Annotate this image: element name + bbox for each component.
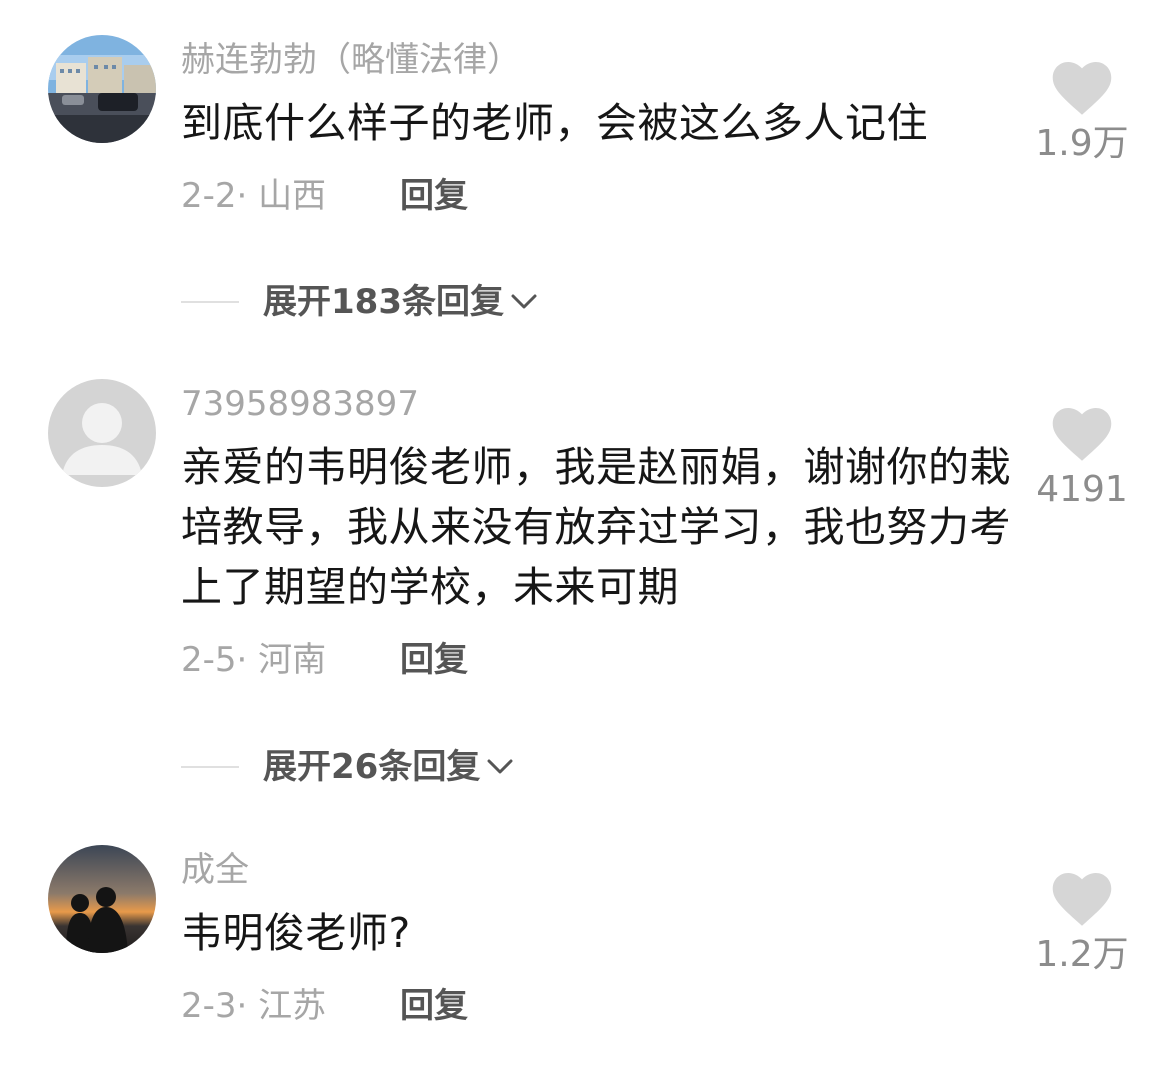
like-button[interactable]: 1.2万	[1022, 871, 1142, 977]
sunset-silhouette-icon	[48, 845, 156, 953]
comment-date-location: 2-3· 江苏	[181, 986, 327, 1026]
like-count: 1.2万	[1035, 934, 1129, 975]
heart-icon	[1052, 873, 1112, 926]
user-avatar[interactable]	[48, 845, 156, 953]
comment-item: 成全 韦明俊老师? 2-3· 江苏 回复 1.2万	[0, 0, 1170, 1068]
comment-text: 韦明俊老师?	[181, 909, 411, 957]
comment-username[interactable]: 成全	[181, 850, 249, 890]
reply-button[interactable]: 回复	[400, 986, 468, 1026]
